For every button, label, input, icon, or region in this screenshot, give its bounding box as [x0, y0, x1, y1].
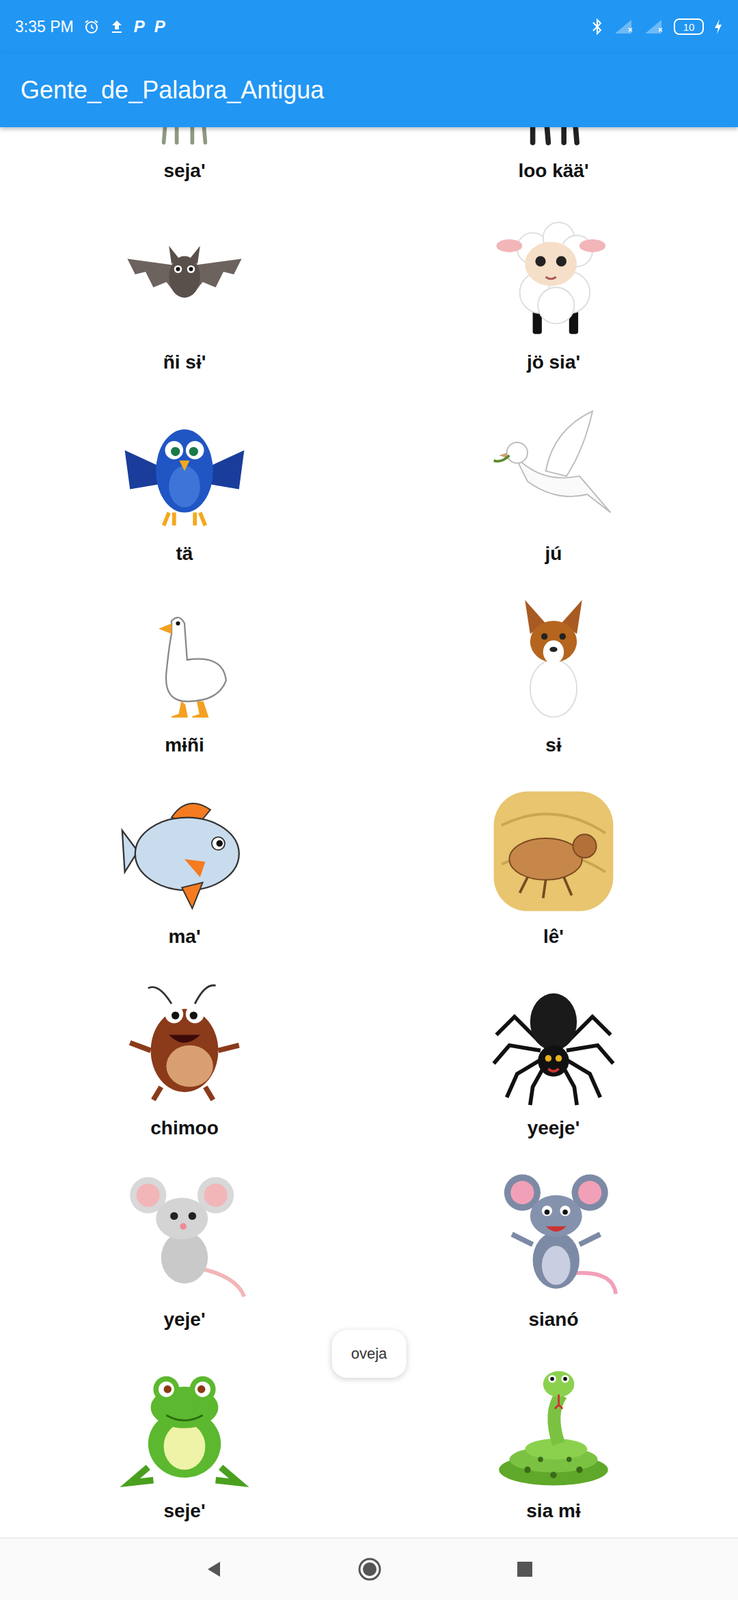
animal-label: lê': [543, 922, 564, 950]
animal-picture: [118, 209, 252, 344]
animal-label: sia mɨ: [526, 1496, 581, 1524]
animal-item[interactable]: sia mɨ: [369, 1357, 738, 1537]
toast: oveja: [332, 1329, 407, 1377]
animal-icon: [119, 785, 250, 916]
recents-icon[interactable]: [515, 1558, 535, 1578]
animal-label: seje': [163, 1496, 205, 1524]
animal-item[interactable]: ñi sɨ': [0, 209, 369, 402]
animal-label: chimoo: [150, 1113, 219, 1142]
animal-picture: [487, 1357, 621, 1492]
animal-icon: [119, 1359, 250, 1490]
animal-label: tä: [176, 539, 194, 568]
animal-picture: [118, 1357, 252, 1492]
animal-picture: [487, 783, 621, 918]
animal-grid: seja' loo kää' ñi sɨ' jö sia' tä jú mɨñi sɨ ma' l…: [0, 127, 738, 1537]
app-title: Gente_de_Palabra_Antigua: [20, 75, 324, 105]
animal-item[interactable]: mɨñi: [0, 592, 369, 784]
navigation-bar: [0, 1536, 738, 1599]
toast-text: oveja: [351, 1344, 388, 1362]
status-time: 3:35 PM: [15, 17, 74, 37]
animal-picture: [118, 975, 252, 1109]
animal-label: seja': [163, 157, 205, 185]
animal-label: ma': [168, 922, 201, 950]
animal-picture: [487, 1166, 621, 1300]
animal-label: sɨ: [545, 731, 562, 759]
animal-label: jú: [545, 539, 563, 568]
animal-item[interactable]: yeje': [0, 1166, 369, 1358]
status-left: 3:35 PM PP: [15, 17, 166, 37]
animal-icon: [488, 594, 619, 725]
animal-icon: [488, 1168, 619, 1299]
animal-label: yeje': [163, 1305, 205, 1333]
animal-label: yeeje': [527, 1113, 581, 1142]
alarm-icon: [83, 18, 100, 35]
status-right: 10: [590, 17, 723, 36]
notification-p: P: [154, 17, 166, 37]
animal-label: loo kää': [517, 157, 589, 185]
animal-icon: [119, 403, 250, 533]
animal-item[interactable]: seje': [0, 1357, 369, 1537]
animal-icon: [119, 211, 250, 342]
notification-p: P: [133, 17, 145, 37]
animal-icon: [119, 1168, 250, 1299]
animal-picture: [118, 592, 252, 726]
animal-item[interactable]: yeeje': [369, 975, 738, 1167]
animal-picture: [487, 209, 621, 344]
animal-icon: [488, 403, 619, 533]
animal-picture: [487, 127, 621, 152]
animal-item[interactable]: loo kää': [369, 127, 738, 210]
animal-picture: [487, 401, 621, 535]
animal-item[interactable]: sɨ: [369, 592, 738, 784]
animal-icon: [119, 594, 250, 725]
animal-icon: [119, 127, 250, 151]
animal-item[interactable]: chimoo: [0, 975, 369, 1167]
animal-item[interactable]: tä: [0, 401, 369, 593]
animal-icon: [488, 785, 619, 916]
animal-icon: [488, 127, 619, 151]
bluetooth-icon: [590, 17, 605, 36]
animal-label: ñi sɨ': [163, 348, 207, 376]
animal-label: sianó: [528, 1305, 579, 1333]
animal-picture: [487, 592, 621, 726]
home-icon[interactable]: [357, 1555, 382, 1581]
battery: 10: [673, 18, 704, 35]
animal-item[interactable]: jö sia': [369, 209, 738, 402]
animal-icon: [488, 1359, 619, 1490]
animal-label: mɨñi: [164, 731, 205, 759]
animal-icon: [488, 977, 619, 1107]
status-bar: 3:35 PM PP 10: [0, 0, 738, 54]
app-bar: Gente_de_Palabra_Antigua: [0, 53, 738, 128]
charging-icon: [713, 18, 723, 35]
battery-level: 10: [683, 21, 695, 33]
upload-icon: [109, 18, 125, 35]
animal-item[interactable]: ma': [0, 783, 369, 976]
animal-picture: [487, 975, 621, 1109]
animal-item[interactable]: jú: [369, 401, 738, 593]
animal-icon: [119, 977, 250, 1107]
animal-picture: [118, 127, 252, 152]
animal-picture: [118, 783, 252, 918]
animal-label: jö sia': [526, 348, 581, 376]
back-icon[interactable]: [203, 1558, 225, 1579]
animal-item[interactable]: sianó: [369, 1166, 738, 1358]
animal-picture: [118, 401, 252, 535]
animal-list[interactable]: seja' loo kää' ñi sɨ' jö sia' tä jú mɨñi sɨ ma' l…: [0, 127, 738, 1537]
signal-icon: [613, 18, 635, 35]
animal-item[interactable]: lê': [369, 783, 738, 976]
animal-icon: [488, 211, 619, 342]
animal-item[interactable]: seja': [0, 127, 369, 210]
animal-picture: [118, 1166, 252, 1300]
signal-icon: [643, 18, 665, 35]
screen: 3:35 PM PP 10 Gente_de_Palabra_Antigua seja'…: [0, 0, 738, 1599]
